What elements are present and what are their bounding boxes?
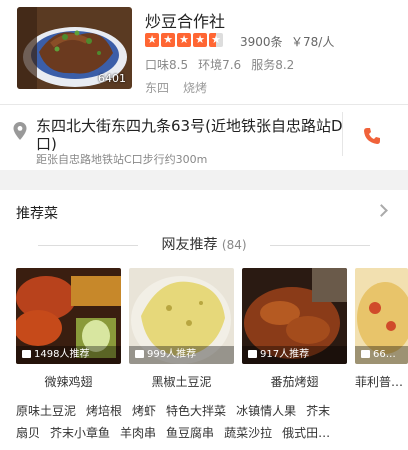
recommended-dishes-label: 推荐菜	[16, 206, 58, 222]
dish-chip[interactable]: 俄式田…	[282, 424, 330, 441]
address-text: 东四北大街东四九条63号(近地铁张自忠路站D口)	[36, 117, 343, 153]
dish-recommend-count: 66…	[373, 349, 396, 360]
dish-chip-list: 原味土豆泥 烤培根 烤虾 特色大拌菜 冰镇情人果 芥末 扇贝 芥末小章鱼 羊肉串…	[16, 402, 408, 450]
tag-category[interactable]: 烧烤	[183, 79, 207, 96]
divider	[270, 245, 370, 246]
dish-chip[interactable]: 蔬菜沙拉	[224, 424, 272, 441]
section-gap	[0, 170, 408, 190]
dish-chip[interactable]: 羊肉串	[120, 424, 156, 441]
score-environment: 环境7.6	[198, 58, 242, 72]
thumbs-up-icon	[135, 350, 144, 358]
tag-list: 东四 烧烤	[145, 79, 207, 96]
dish-recommend-bar: 1498人推荐	[16, 346, 121, 364]
dish-chip[interactable]: 烤培根	[86, 402, 122, 419]
dish-recommend-count: 999人推荐	[147, 349, 197, 360]
dish-name: 番茄烤翅	[270, 375, 319, 389]
divider	[342, 112, 343, 156]
shop-name: 炒豆合作社	[145, 12, 226, 31]
dish-recommend-bar: 917人推荐	[242, 346, 347, 364]
dish-chip[interactable]: 鱼豆腐串	[166, 424, 214, 441]
dish-chip[interactable]: 原味土豆泥	[16, 402, 76, 419]
dish-card[interactable]: 999人推荐	[129, 268, 234, 364]
dish-chip[interactable]: 特色大拌菜	[166, 402, 226, 419]
tag-district[interactable]: 东四	[145, 79, 169, 96]
review-count[interactable]: 3900条	[240, 33, 283, 50]
dish-recommend-count: 917人推荐	[260, 349, 310, 360]
netizen-recommend-title: 网友推荐 (84)	[0, 234, 408, 258]
dish-card[interactable]: 917人推荐	[242, 268, 347, 364]
star-icon: ★	[193, 33, 207, 47]
thumbs-up-icon	[248, 350, 257, 358]
score-list: 口味8.5 环境7.6 服务8.2	[145, 56, 294, 73]
chip-row: 原味土豆泥 烤培根 烤虾 特色大拌菜 冰镇情人果 芥末	[16, 402, 330, 419]
rating-stars: ★ ★ ★ ★ ★	[145, 33, 223, 47]
dish-recommend-bar: 999人推荐	[129, 346, 234, 364]
location-pin-icon	[13, 122, 27, 140]
score-service: 服务8.2	[251, 58, 295, 72]
dish-card[interactable]: 1498人推荐	[16, 268, 121, 364]
dish-carousel[interactable]: 1498人推荐 999人推荐 917人推荐 66… 微辣鸡翅 黑椒土豆泥 番茄烤…	[16, 268, 408, 389]
star-icon: ★	[161, 33, 175, 47]
dish-chip[interactable]: 芥末小章鱼	[50, 424, 110, 441]
netizen-recommend-count: (84)	[221, 238, 247, 252]
star-icon: ★	[145, 33, 159, 47]
dish-name: 菲利普…	[355, 375, 404, 389]
shop-cover-photo[interactable]: 6401	[17, 7, 132, 89]
thumbs-up-icon	[361, 350, 370, 358]
dish-chip[interactable]: 扇贝	[16, 424, 40, 441]
dish-card[interactable]: 66…	[355, 268, 408, 364]
dish-recommend-bar: 66…	[355, 346, 408, 364]
dish-chip[interactable]: 烤虾	[132, 402, 156, 419]
dish-chip[interactable]: 冰镇情人果	[236, 402, 296, 419]
netizen-recommend-label: 网友推荐	[161, 237, 218, 253]
half-star-icon: ★	[209, 33, 223, 47]
dish-name: 黑椒土豆泥	[151, 375, 212, 389]
chip-row: 扇贝 芥末小章鱼 羊肉串 鱼豆腐串 蔬菜沙拉 俄式田…	[16, 424, 330, 441]
dish-recommend-count: 1498人推荐	[34, 349, 90, 360]
avg-price: ￥78/人	[291, 35, 335, 49]
dish-chip[interactable]: 芥末	[306, 402, 330, 419]
dish-name: 微辣鸡翅	[44, 375, 93, 389]
recommended-dishes-row[interactable]: 推荐菜	[0, 194, 408, 230]
thumbs-up-icon	[22, 350, 31, 358]
shop-header: 6401 炒豆合作社 ★ ★ ★ ★ ★ 3900条 ￥78/人 口味8.5 环…	[0, 0, 408, 104]
score-taste: 口味8.5	[145, 58, 189, 72]
star-icon: ★	[177, 33, 191, 47]
distance-text: 距张自忠路地铁站C口步行约300m	[36, 153, 208, 166]
photo-count: 6401	[98, 72, 126, 85]
chevron-right-icon	[375, 204, 388, 217]
phone-icon[interactable]	[363, 127, 381, 145]
